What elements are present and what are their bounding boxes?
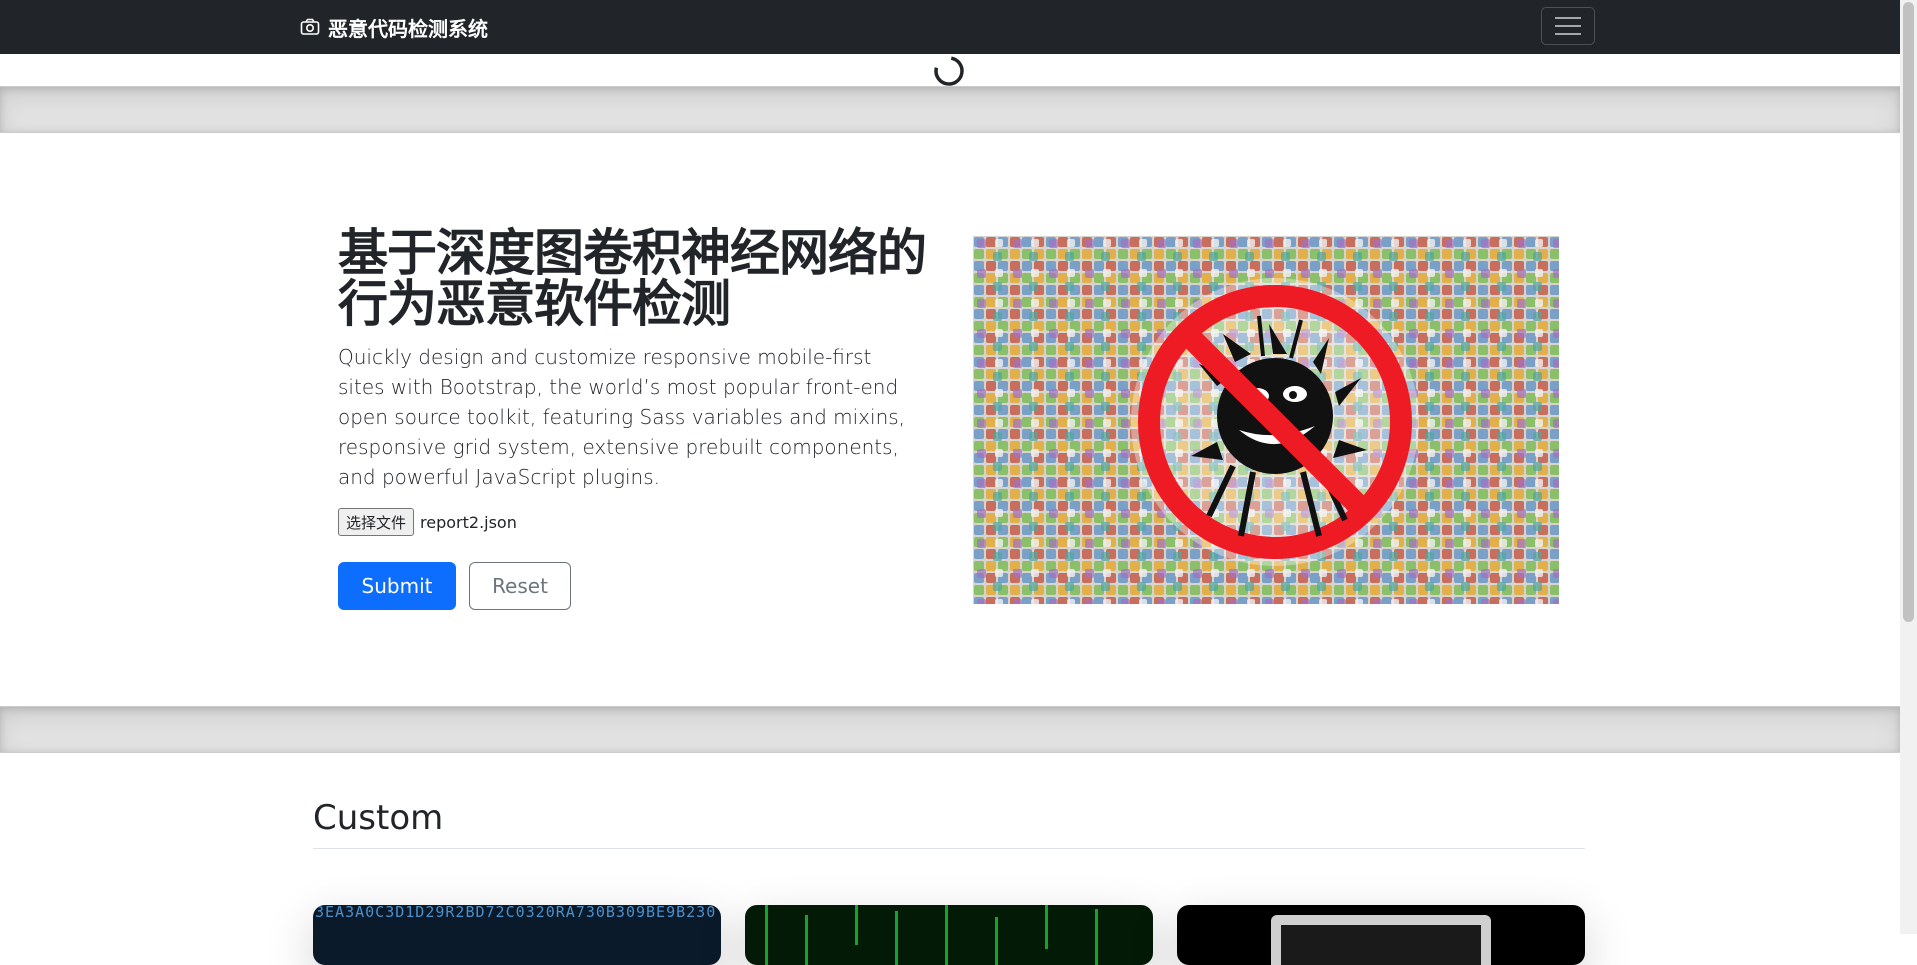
card-code-text: 3EA3A0C3D1D29R2BD72C0320RA730B309BE9B230 [315,905,717,921]
choose-file-button[interactable]: 选择文件 [338,508,415,536]
scrollbar-thumb[interactable] [1903,2,1914,622]
camera-icon [300,18,320,36]
brand-link[interactable]: 恶意代码检测系统 [300,13,488,41]
file-name-label: report2.json [420,512,517,532]
file-input[interactable]: 选择文件 report2.json [338,508,517,536]
card-code[interactable]: 3EA3A0C3D1D29R2BD72C0320RA730B309BE9B230 [313,905,721,965]
navbar-toggler-button[interactable] [1541,7,1595,45]
submit-button[interactable]: Submit [338,562,456,610]
loading-spinner-icon [932,54,966,88]
section-divider [0,86,1900,133]
brand-text: 恶意代码检测系统 [328,16,488,41]
section-divider [0,706,1900,753]
section-rule [313,848,1585,849]
card-laptop[interactable] [1177,905,1585,965]
card-matrix[interactable] [745,905,1153,965]
hero-title: 基于深度图卷积神经网络的行为恶意软件检测 [338,224,927,333]
top-navbar: 恶意代码检测系统 [0,0,1900,54]
section-title: Custom [313,798,444,838]
hero-lead-text: Quickly design and customize responsive … [338,345,906,489]
hamburger-menu-icon [1555,17,1581,19]
hero-image [973,236,1559,604]
reset-button[interactable]: Reset [469,562,571,610]
